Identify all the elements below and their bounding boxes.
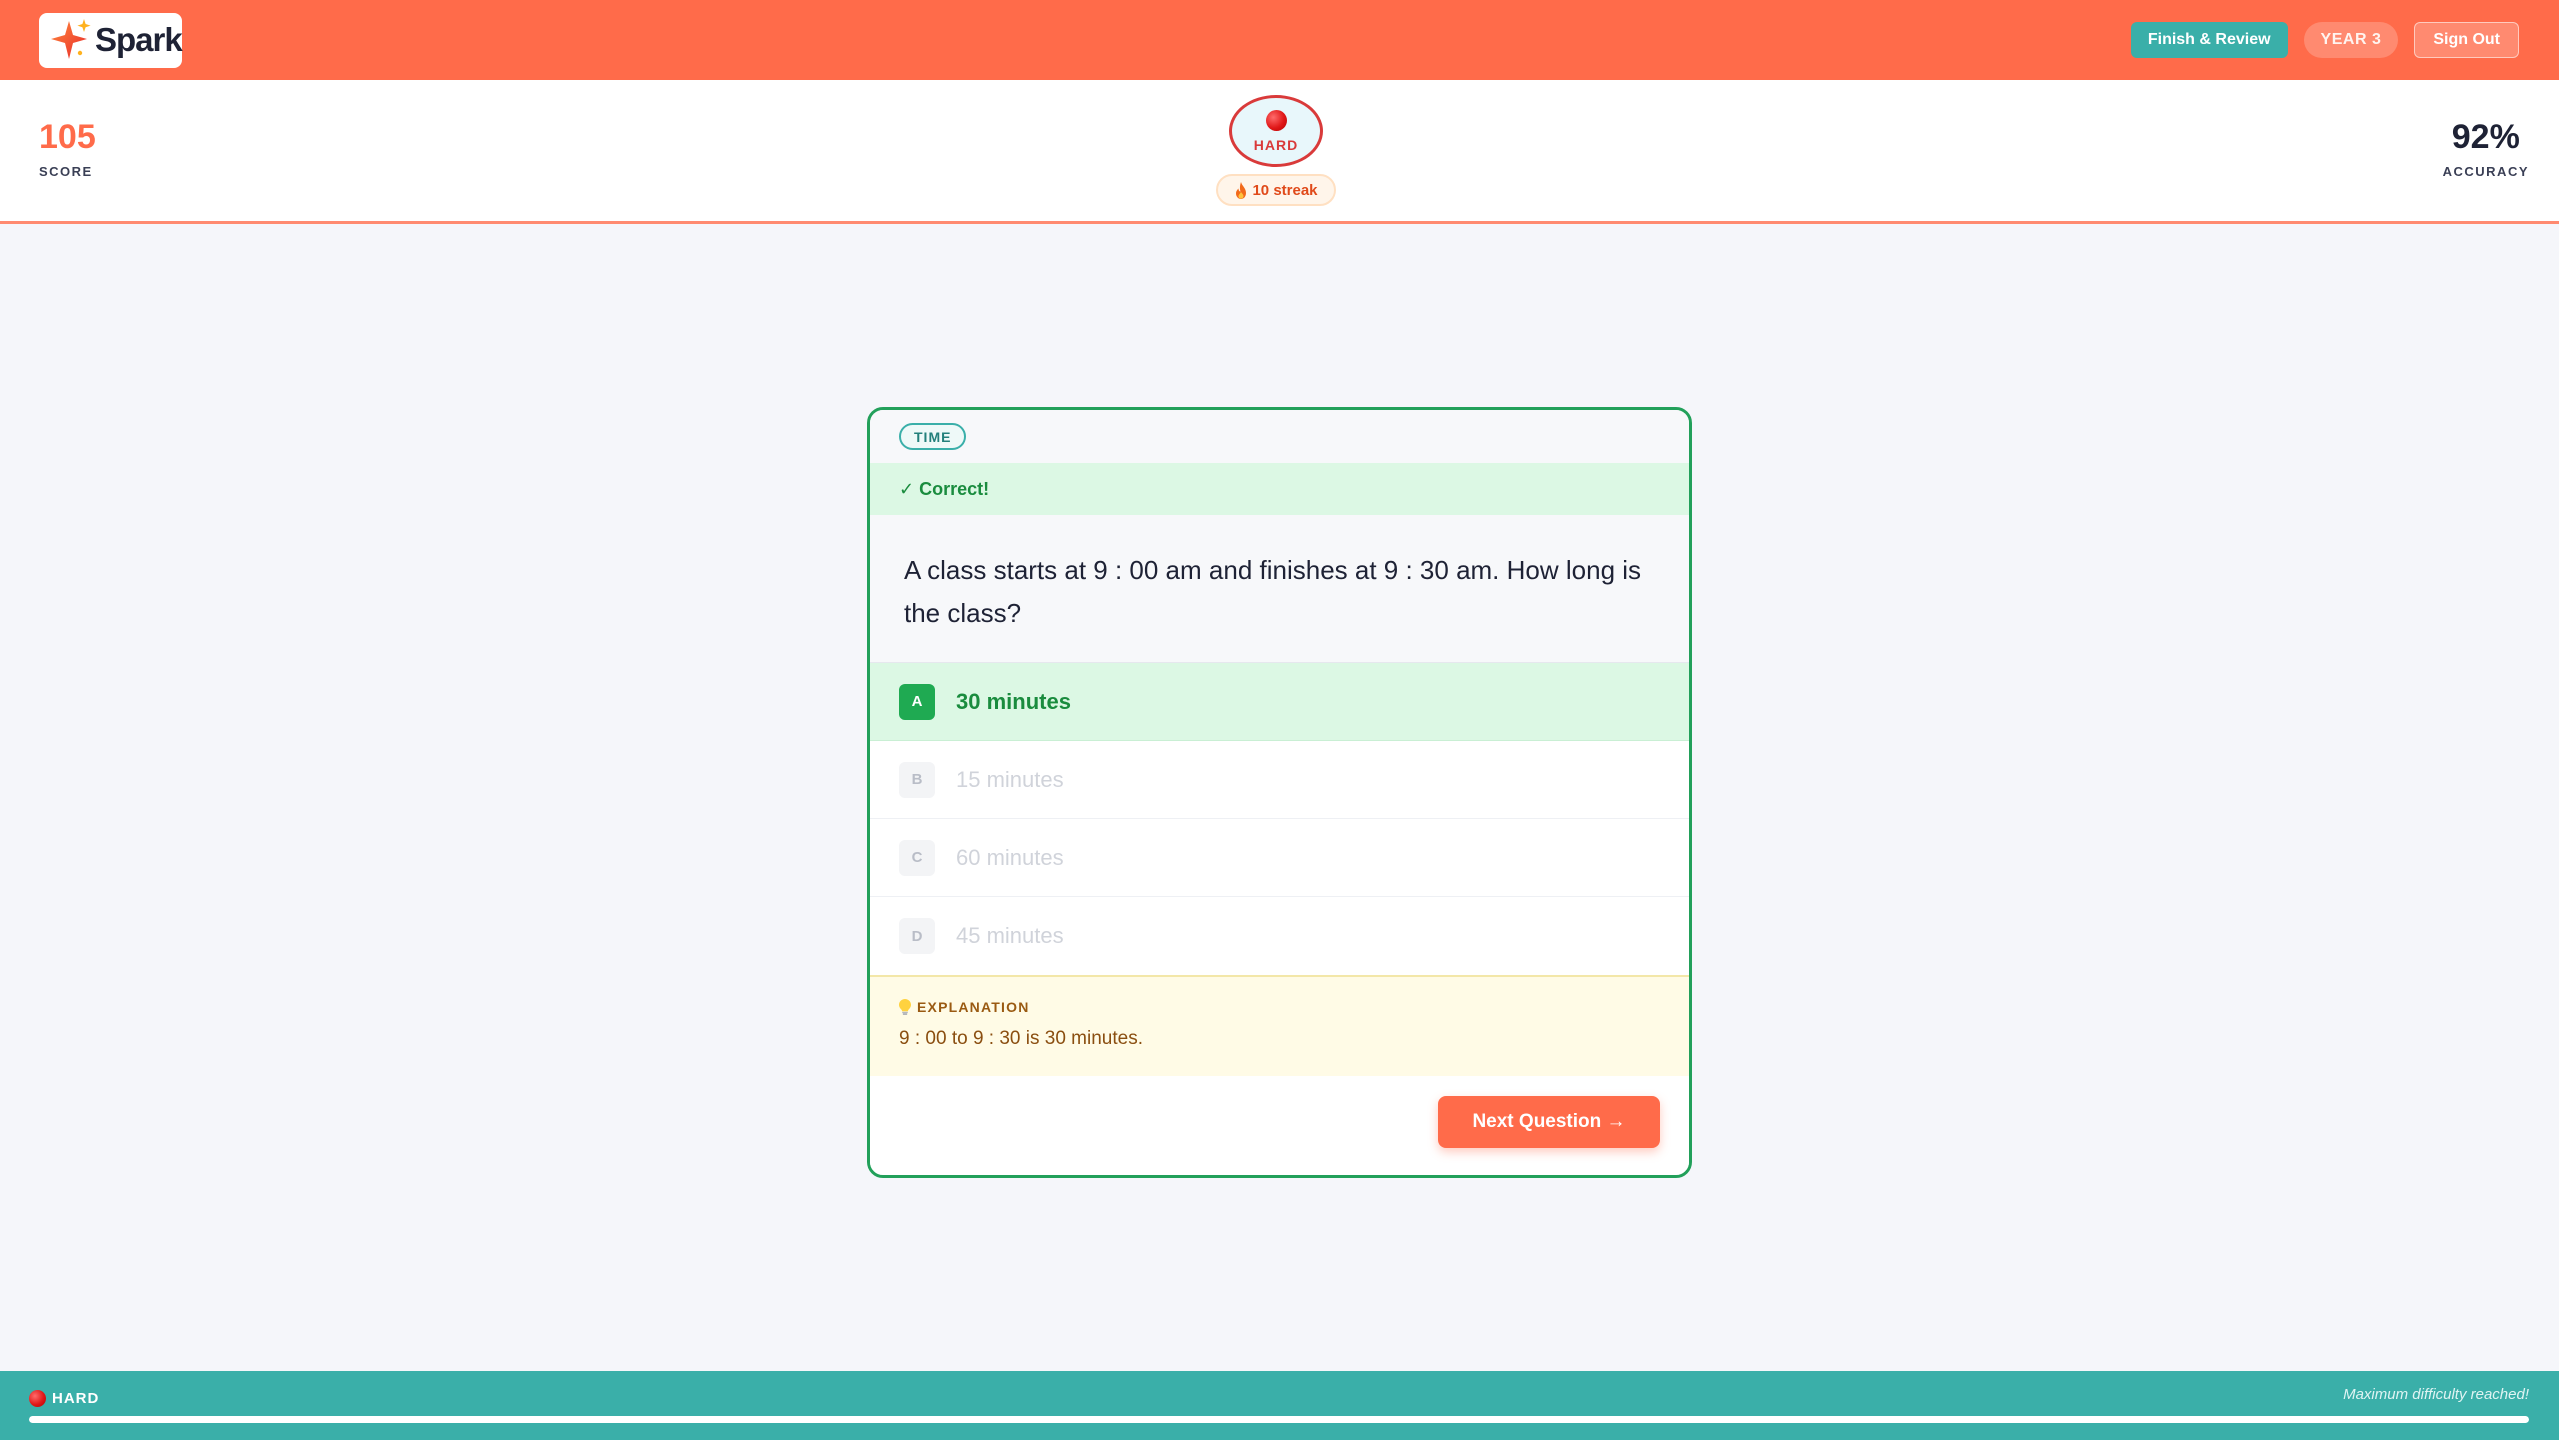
option-d[interactable]: D 45 minutes xyxy=(870,897,1689,975)
sign-out-button[interactable]: Sign Out xyxy=(2414,22,2519,58)
stats-bar: 105 SCORE HARD 10 streak 92% ACCURACY xyxy=(0,80,2559,224)
option-b[interactable]: B 15 minutes xyxy=(870,741,1689,819)
red-circle-icon xyxy=(1265,109,1287,131)
top-bar: Spark Finish & Review YEAR 3 Sign Out xyxy=(0,0,2559,80)
score-label: SCORE xyxy=(39,164,93,179)
progress-track xyxy=(29,1416,2529,1423)
option-a[interactable]: A 30 minutes xyxy=(870,663,1689,741)
top-actions: Finish & Review YEAR 3 Sign Out xyxy=(2130,22,2519,58)
question-text: A class starts at 9 : 00 am and finishes… xyxy=(870,515,1689,663)
difficulty-indicator: HARD xyxy=(1229,95,1323,167)
progress-fill xyxy=(29,1416,2529,1423)
score-value: 105 xyxy=(39,118,96,156)
current-level: HARD xyxy=(29,1390,99,1407)
option-text: 30 minutes xyxy=(956,688,1071,714)
next-question-button[interactable]: Next Question → xyxy=(1438,1096,1660,1148)
lightbulb-icon xyxy=(899,999,911,1015)
card-footer: Next Question → xyxy=(870,1076,1689,1170)
accuracy-label: ACCURACY xyxy=(2442,164,2529,179)
accuracy-stat: 92% ACCURACY xyxy=(2443,120,2529,179)
card-header: TIME xyxy=(870,410,1689,463)
max-difficulty-note: Maximum difficulty reached! xyxy=(2343,1386,2529,1403)
finish-review-button[interactable]: Finish & Review xyxy=(2130,22,2288,58)
current-level-label: HARD xyxy=(52,1390,100,1407)
option-c[interactable]: C 60 minutes xyxy=(870,819,1689,897)
option-text: 15 minutes xyxy=(956,766,1064,792)
question-card: TIME ✓ Correct! A class starts at 9 : 00… xyxy=(867,407,1692,1178)
feedback-banner: ✓ Correct! xyxy=(870,463,1689,515)
streak-label: 10 streak xyxy=(1252,181,1318,199)
answer-options: A 30 minutes B 15 minutes C 60 minutes D… xyxy=(870,663,1689,975)
explanation-text: 9 : 00 to 9 : 30 is 30 minutes. xyxy=(899,1028,1143,1049)
explanation-panel: EXPLANATION 9 : 00 to 9 : 30 is 30 minut… xyxy=(870,975,1689,1076)
explanation-heading: EXPLANATION xyxy=(899,999,1660,1015)
red-circle-icon xyxy=(29,1390,46,1407)
logo[interactable]: Spark xyxy=(39,12,183,68)
accuracy-value: 92% xyxy=(2451,118,2520,156)
option-text: 45 minutes xyxy=(956,923,1064,948)
streak-badge: 10 streak xyxy=(1216,174,1336,206)
option-letter: B xyxy=(899,761,935,798)
option-letter: C xyxy=(899,839,935,876)
explanation-heading-text: EXPLANATION xyxy=(917,999,1030,1015)
option-letter: D xyxy=(899,918,935,954)
year-badge[interactable]: YEAR 3 xyxy=(2303,22,2399,58)
score-stat: 105 SCORE xyxy=(39,120,96,179)
option-letter: A xyxy=(899,683,935,720)
topic-tag: TIME xyxy=(899,423,967,450)
option-text: 60 minutes xyxy=(956,844,1064,870)
difficulty-progress-bar: HARD Maximum difficulty reached! xyxy=(0,1371,2559,1440)
logo-text: Spark xyxy=(95,21,183,58)
spark-star-icon xyxy=(51,19,91,59)
fire-icon xyxy=(1236,181,1247,199)
difficulty-label: HARD xyxy=(1253,136,1299,153)
